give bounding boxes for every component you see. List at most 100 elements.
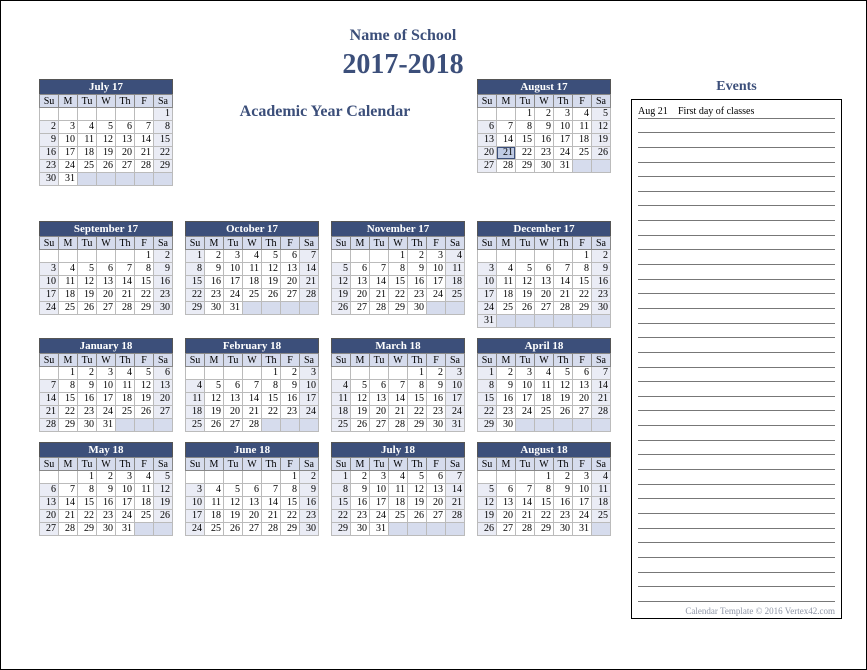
day-cell: 13 xyxy=(351,276,370,289)
top-row: July 17SuMTuWThFSa1234567891011121314151… xyxy=(39,79,611,186)
day-cell: 29 xyxy=(154,160,173,173)
day-cell: 29 xyxy=(535,523,554,536)
month-title: June 18 xyxy=(185,442,319,457)
month-title: October 17 xyxy=(185,221,319,236)
day-cell: 22 xyxy=(154,147,173,160)
day-cell: 13 xyxy=(573,380,592,393)
weekday-header: Tu xyxy=(516,237,535,250)
weekday-header: W xyxy=(243,354,262,367)
day-cell: 10 xyxy=(116,484,135,497)
day-cell: 1 xyxy=(478,367,497,380)
day-cell-empty xyxy=(535,250,554,263)
day-cell: 9 xyxy=(97,484,116,497)
day-cell: 9 xyxy=(78,380,97,393)
day-cell: 27 xyxy=(116,160,135,173)
day-cell: 24 xyxy=(427,289,446,302)
day-cell: 5 xyxy=(154,471,173,484)
weekday-header: M xyxy=(497,354,516,367)
day-cell: 17 xyxy=(478,289,497,302)
day-cell: 28 xyxy=(135,160,154,173)
day-cell: 14 xyxy=(135,134,154,147)
day-cell: 26 xyxy=(78,302,97,315)
day-cell-empty xyxy=(554,315,573,328)
event-line xyxy=(638,280,835,295)
day-cell: 4 xyxy=(535,367,554,380)
day-cell: 7 xyxy=(262,484,281,497)
day-cell: 10 xyxy=(446,380,465,393)
day-cell: 22 xyxy=(135,289,154,302)
event-line xyxy=(638,148,835,163)
day-cell-empty xyxy=(281,419,300,432)
day-cell: 27 xyxy=(154,406,173,419)
weekday-header: Tu xyxy=(78,237,97,250)
weekday-header: Su xyxy=(186,237,205,250)
day-cell: 3 xyxy=(446,367,465,380)
day-cell: 16 xyxy=(497,393,516,406)
event-line xyxy=(638,236,835,251)
day-cell: 18 xyxy=(497,289,516,302)
day-cell: 19 xyxy=(97,147,116,160)
weekday-header: F xyxy=(573,237,592,250)
day-cell-empty xyxy=(389,523,408,536)
day-cell-empty xyxy=(370,250,389,263)
day-cell-empty xyxy=(186,367,205,380)
day-cell: 23 xyxy=(97,510,116,523)
weekday-header: W xyxy=(389,458,408,471)
day-cell: 9 xyxy=(497,380,516,393)
day-cell-empty xyxy=(535,419,554,432)
day-cell: 11 xyxy=(78,134,97,147)
day-cell: 6 xyxy=(243,484,262,497)
weekday-header: Su xyxy=(332,458,351,471)
day-cell: 2 xyxy=(592,250,611,263)
day-cell: 26 xyxy=(516,302,535,315)
day-cell: 1 xyxy=(262,367,281,380)
day-cell: 13 xyxy=(116,134,135,147)
day-cell: 12 xyxy=(224,497,243,510)
day-cell: 7 xyxy=(116,263,135,276)
day-cell: 18 xyxy=(535,393,554,406)
month-title: February 18 xyxy=(185,338,319,353)
events-title: Events xyxy=(631,79,842,95)
day-cell: 25 xyxy=(116,406,135,419)
day-cell: 26 xyxy=(262,289,281,302)
day-cell-empty xyxy=(497,315,516,328)
day-cell: 16 xyxy=(592,276,611,289)
day-cell: 22 xyxy=(573,289,592,302)
event-line xyxy=(638,529,835,544)
weekday-header: Su xyxy=(478,354,497,367)
weekday-header: F xyxy=(281,237,300,250)
day-cell: 27 xyxy=(351,302,370,315)
day-cell: 16 xyxy=(300,497,319,510)
day-cell: 19 xyxy=(554,393,573,406)
weekday-header: Sa xyxy=(154,237,173,250)
day-cell-empty xyxy=(243,302,262,315)
weekday-header: F xyxy=(135,237,154,250)
day-cell: 22 xyxy=(262,406,281,419)
day-cell-empty xyxy=(446,302,465,315)
day-cell: 31 xyxy=(97,419,116,432)
day-cell: 13 xyxy=(370,393,389,406)
day-cell-empty xyxy=(40,471,59,484)
day-cell: 26 xyxy=(478,523,497,536)
day-cell: 21 xyxy=(370,289,389,302)
day-cell: 11 xyxy=(535,380,554,393)
day-cell-empty xyxy=(592,315,611,328)
day-cell: 13 xyxy=(281,263,300,276)
day-cell-empty xyxy=(116,419,135,432)
day-cell: 28 xyxy=(243,419,262,432)
day-cell: 4 xyxy=(389,471,408,484)
day-cell-empty xyxy=(78,173,97,186)
day-cell: 28 xyxy=(262,523,281,536)
day-cell: 22 xyxy=(516,147,535,160)
weekday-header: M xyxy=(205,458,224,471)
day-cell: 13 xyxy=(154,380,173,393)
weekday-header: Sa xyxy=(300,458,319,471)
day-cell: 18 xyxy=(389,497,408,510)
day-cell: 20 xyxy=(370,406,389,419)
day-cell: 2 xyxy=(351,471,370,484)
day-cell: 19 xyxy=(78,289,97,302)
day-cell-empty xyxy=(40,108,59,121)
weekday-header: Th xyxy=(408,458,427,471)
month-apr18: April 18SuMTuWThFSa123456789101112131415… xyxy=(477,338,611,432)
month-jun18: June 18SuMTuWThFSa1234567891011121314151… xyxy=(185,442,319,536)
